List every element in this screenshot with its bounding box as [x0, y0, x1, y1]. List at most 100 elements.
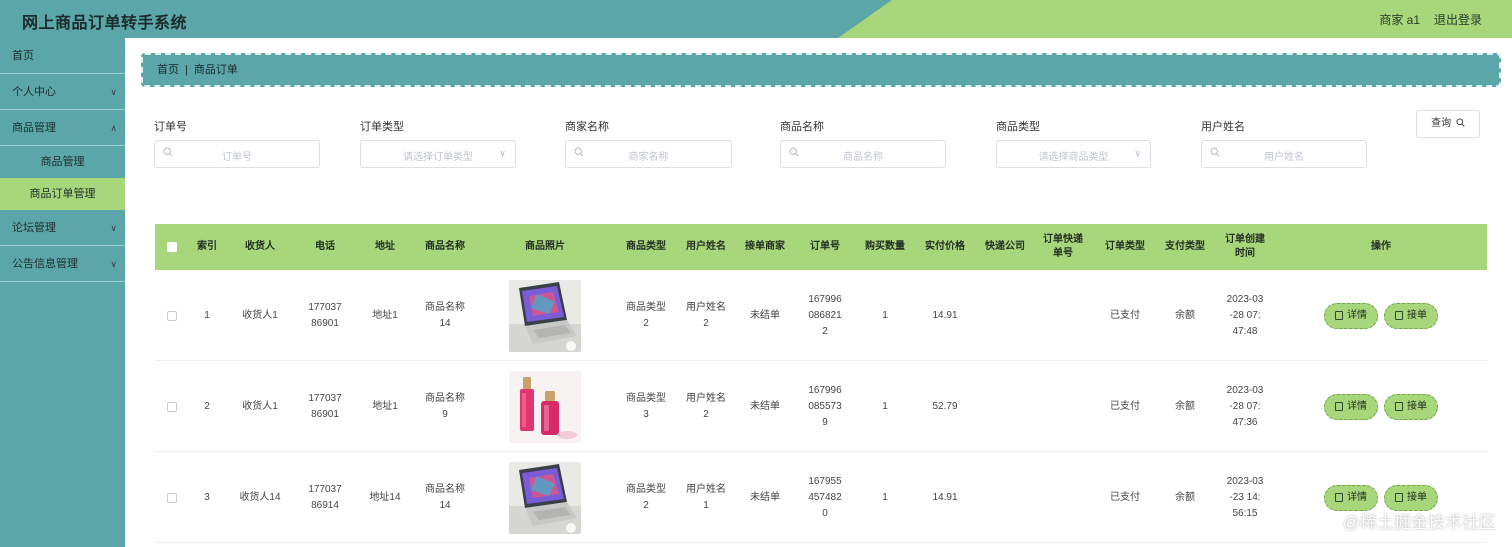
row-actions: 详情 接单 [1275, 270, 1487, 361]
product-photo-cell [475, 452, 615, 543]
cell-price: 14.91 [932, 491, 958, 503]
logout-link[interactable]: 退出登录 [1434, 11, 1482, 28]
filter-merchant-name: 商家名称 商家名称 [565, 118, 732, 168]
row-checkbox[interactable] [167, 310, 177, 321]
accept-order-button-label: 接单 [1407, 491, 1427, 503]
filter-product-type: 商品类型 请选择商品类型 ∨ [996, 118, 1151, 168]
cell-ptype: 商品类型 2 [626, 483, 666, 511]
cell-order-no: 167996 085573 9 [808, 384, 842, 428]
cell-product: 商品名称 9 [425, 392, 465, 420]
order-no-input[interactable]: 订单号 [154, 140, 320, 168]
header-accent-slant [838, 0, 892, 38]
column-header: 地址 [375, 241, 395, 252]
book-icon [1395, 311, 1403, 320]
order-type-select[interactable]: 请选择订单类型 ∨ [360, 140, 516, 168]
user-name-input[interactable]: 用户姓名 [1201, 140, 1367, 168]
cell-qty: 1 [882, 400, 888, 412]
column-header: 用户姓名 [686, 241, 726, 252]
filter-product-name: 商品名称 商品名称 [780, 118, 946, 168]
column-header: 商品名称 [425, 241, 465, 252]
product-type-select[interactable]: 请选择商品类型 ∨ [996, 140, 1151, 168]
cell-index: 2 [204, 400, 210, 412]
column-header: 接单商家 [745, 241, 785, 252]
filter-order-type: 订单类型 请选择订单类型 ∨ [360, 118, 516, 168]
accept-order-button[interactable]: 接单 [1384, 302, 1438, 329]
column-header: 订单号 [810, 241, 840, 252]
product-photo [509, 370, 581, 443]
chevron-down-icon: ∨ [499, 148, 506, 158]
column-header: 收货人 [245, 241, 275, 252]
cell-product: 商品名称 14 [425, 301, 465, 329]
breadcrumb: 首页 | 商品订单 [141, 53, 1501, 87]
cell-uname: 用户姓名 2 [686, 392, 726, 420]
detail-button[interactable]: 详情 [1324, 302, 1378, 329]
select-placeholder: 请选择订单类型 [403, 152, 473, 163]
input-placeholder: 用户姓名 [1264, 152, 1304, 163]
sidebar-item-forum[interactable]: 论坛管理 ∨ [0, 210, 125, 246]
chevron-down-icon: ∨ [110, 223, 117, 233]
cell-otype: 已支付 [1110, 400, 1140, 412]
column-header: 订单创建时间 [1225, 234, 1265, 259]
sidebar-item-product-management[interactable]: 商品管理 ∧ [0, 110, 125, 146]
cell-qty: 1 [882, 309, 888, 321]
table-row: 2 收货人1 177037 86901 地址1 商品名称 9 商品类型 3 用户姓名 2 未结单 167… [155, 361, 1487, 452]
chevron-up-icon: ∧ [110, 123, 117, 133]
filter-label: 商家名称 [565, 121, 609, 133]
row-select-cell [155, 361, 189, 452]
column-header: 购买数量 [865, 241, 905, 252]
breadcrumb-separator: | [185, 64, 188, 76]
accept-order-button[interactable]: 接单 [1384, 484, 1438, 511]
cell-tracking [1035, 270, 1095, 361]
query-button-label: 查询 [1431, 118, 1452, 129]
detail-button[interactable]: 详情 [1324, 484, 1378, 511]
cell-created: 2023-03 -28 07: 47:36 [1226, 384, 1264, 428]
book-icon [1395, 402, 1403, 411]
table-row: 3 收货人14 177037 86914 地址14 商品名称 14 商品类型 2 用户姓名 1 未结单… [155, 452, 1487, 543]
cell-paytype: 余额 [1175, 309, 1195, 321]
search-icon [1456, 118, 1465, 127]
cell-paytype: 余额 [1175, 491, 1195, 503]
product-name-input[interactable]: 商品名称 [780, 140, 946, 168]
select-all-checkbox[interactable] [167, 242, 177, 252]
column-header: 支付类型 [1165, 241, 1205, 252]
sidebar-subitem-product-orders[interactable]: 商品订单管理 [0, 178, 125, 210]
column-header: 操作 [1371, 241, 1391, 252]
cell-address: 地址1 [372, 400, 398, 412]
accept-order-button[interactable]: 接单 [1384, 393, 1438, 420]
watermark: @稀土掘金技术社区 [1342, 513, 1496, 532]
detail-button-label: 详情 [1347, 400, 1367, 412]
top-header: 网上商品订单转手系统 商家 a1 退出登录 [0, 0, 1512, 38]
cell-ptype: 商品类型 3 [626, 392, 666, 420]
input-placeholder: 订单号 [222, 152, 252, 163]
sidebar-item-label: 首页 [12, 50, 34, 62]
cell-courier [975, 270, 1035, 361]
sidebar-item-home[interactable]: 首页 [0, 38, 125, 74]
sidebar-item-profile[interactable]: 个人中心 ∨ [0, 74, 125, 110]
cell-qty: 1 [882, 491, 888, 503]
cell-otype: 已支付 [1110, 491, 1140, 503]
input-placeholder: 商家名称 [628, 152, 669, 163]
cell-created: 2023-03 -28 07: 47:48 [1226, 293, 1264, 337]
accept-order-button-label: 接单 [1407, 309, 1427, 321]
merchant-name-input[interactable]: 商家名称 [565, 140, 732, 168]
filter-label: 用户姓名 [1201, 121, 1245, 133]
sidebar-item-announcements[interactable]: 公告信息管理 ∨ [0, 246, 125, 282]
cell-courier [975, 361, 1035, 452]
cell-index: 3 [204, 491, 210, 503]
document-icon [1335, 311, 1343, 320]
cell-merchant: 未结单 [750, 309, 780, 321]
input-placeholder: 商品名称 [843, 152, 883, 163]
column-header: 订单类型 [1105, 241, 1145, 252]
row-checkbox[interactable] [167, 492, 177, 503]
chevron-down-icon: ∨ [110, 87, 117, 97]
current-user: 商家 a1 [1379, 13, 1420, 27]
sidebar-subitem-products[interactable]: 商品管理 [0, 146, 125, 178]
cell-paytype: 余额 [1175, 400, 1195, 412]
cell-ptype: 商品类型 2 [626, 301, 666, 329]
detail-button[interactable]: 详情 [1324, 393, 1378, 420]
cell-merchant: 未结单 [750, 400, 780, 412]
cell-uname: 用户姓名 1 [686, 483, 726, 511]
row-checkbox[interactable] [167, 401, 177, 412]
breadcrumb-home[interactable]: 首页 [157, 64, 179, 76]
query-button[interactable]: 查询 [1416, 110, 1480, 138]
